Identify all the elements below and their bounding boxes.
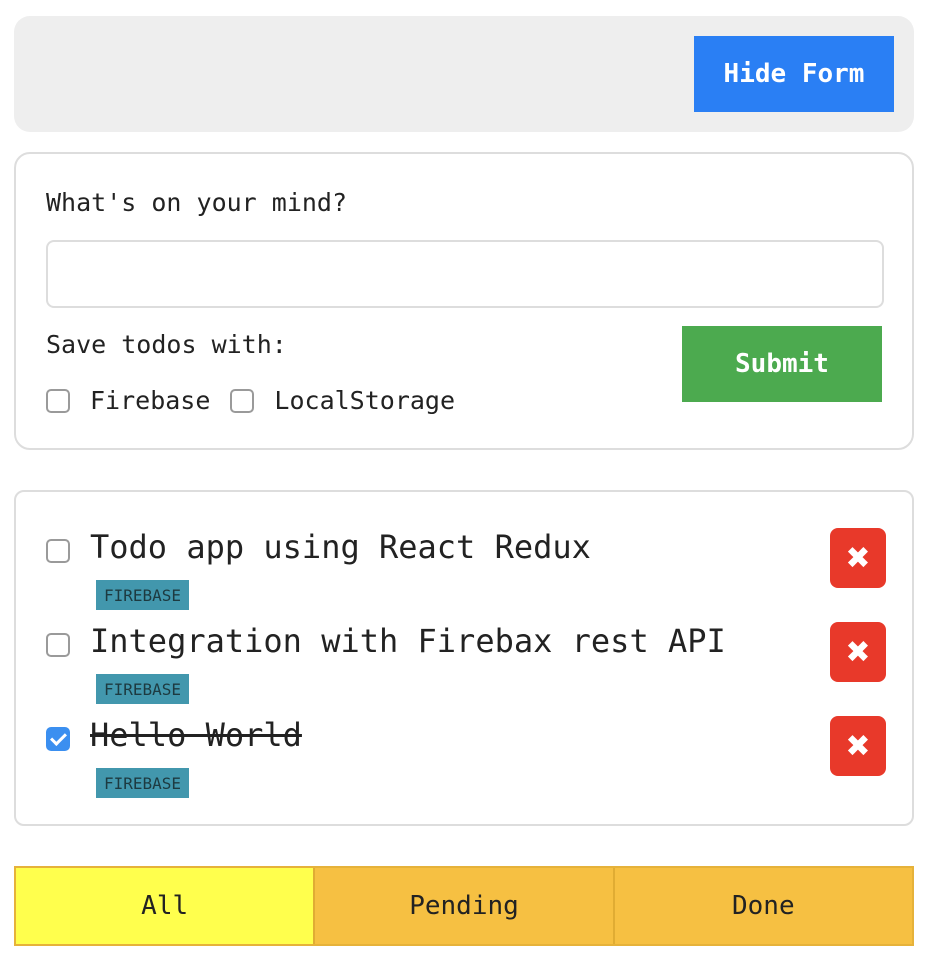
form-prompt-label: What's on your mind? — [46, 188, 348, 217]
close-icon: ✖ — [845, 635, 871, 669]
storage-tag: FIREBASE — [96, 768, 190, 798]
todo-item: Integration with Firebax rest API FIREBA… — [46, 622, 886, 708]
todo-item: Hello World FIREBASE ✖ — [46, 716, 886, 802]
todo-text: Integration with Firebax rest API — [90, 622, 726, 660]
hide-form-button[interactable]: Hide Form — [694, 36, 894, 112]
close-icon: ✖ — [845, 541, 871, 575]
todo-checkbox[interactable] — [46, 539, 70, 563]
todo-input[interactable] — [46, 240, 884, 308]
todo-item: Todo app using React Redux FIREBASE ✖ — [46, 528, 886, 614]
todo-form: What's on your mind? Save todos with: Fi… — [14, 152, 914, 450]
delete-button[interactable]: ✖ — [830, 716, 886, 776]
close-icon: ✖ — [845, 729, 871, 763]
localstorage-option-label[interactable]: LocalStorage — [274, 386, 455, 415]
submit-button[interactable]: Submit — [682, 326, 882, 402]
filter-all-button[interactable]: All — [16, 868, 316, 944]
todo-checkbox-checked[interactable] — [46, 727, 70, 751]
firebase-option-label[interactable]: Firebase — [90, 386, 210, 415]
filter-done-button[interactable]: Done — [614, 868, 912, 944]
storage-tag: FIREBASE — [96, 674, 190, 704]
todo-checkbox[interactable] — [46, 633, 70, 657]
delete-button[interactable]: ✖ — [830, 528, 886, 588]
todo-text-done: Hello World — [90, 716, 302, 754]
filter-pending-button[interactable]: Pending — [315, 868, 615, 944]
firebase-checkbox[interactable] — [46, 388, 70, 413]
top-bar: Hide Form — [14, 16, 914, 132]
localstorage-checkbox[interactable] — [230, 388, 255, 413]
storage-options: Firebase LocalStorage — [46, 386, 475, 415]
delete-button[interactable]: ✖ — [830, 622, 886, 682]
todo-list: Todo app using React Redux FIREBASE ✖ In… — [14, 490, 914, 826]
filter-bar: All Pending Done — [14, 866, 914, 946]
storage-tag: FIREBASE — [96, 580, 190, 610]
save-with-label: Save todos with: — [46, 330, 287, 359]
todo-text: Todo app using React Redux — [90, 528, 591, 566]
